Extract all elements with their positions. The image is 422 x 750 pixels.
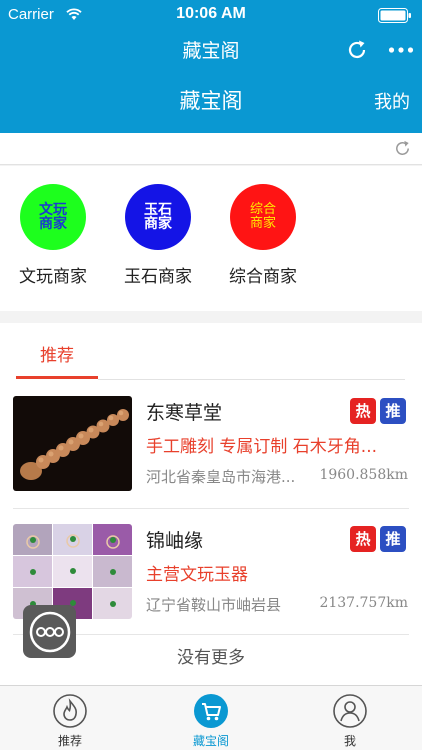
merchant-circle-zonghe: 综合商家 [230, 184, 296, 250]
reload-icon[interactable] [393, 139, 412, 158]
shop-image-beads [13, 396, 132, 491]
my-link[interactable]: 我的 [374, 88, 410, 114]
shop-name: 东寒草堂 [146, 402, 223, 424]
shop-location: 河北省秦皇岛市海港... [146, 468, 296, 486]
merchant-label: 综合商家 [229, 267, 297, 287]
merchant-label: 玉石商家 [124, 267, 192, 287]
hot-badge: 热 [350, 526, 376, 552]
refresh-strip [0, 133, 422, 165]
tab-me[interactable]: 我 [310, 693, 390, 749]
sub-header: 藏宝阁 我的 [0, 70, 422, 133]
merchant-circle-text: 文玩商家 [39, 202, 67, 232]
row-divider [13, 508, 409, 509]
shop-description: 手工雕刻 专属订制 石木牙角... [146, 437, 378, 457]
shop-row[interactable]: 东寒草堂 热 推 手工雕刻 专属订制 石木牙角... 河北省秦皇岛市海港... … [0, 396, 422, 521]
shop-description: 主营文玩玉器 [146, 565, 248, 585]
flame-icon [53, 694, 87, 728]
merchant-wenwan[interactable]: 文玩商家 文玩商家 [3, 184, 103, 287]
bottom-tab-bar: 推荐 藏宝阁 我 [0, 685, 422, 750]
ellipsis-circle-icon [29, 611, 70, 652]
more-icon[interactable] [388, 46, 414, 54]
tab-treasure[interactable]: 藏宝阁 [171, 693, 251, 749]
merchant-circle-wenwan: 文玩商家 [20, 184, 86, 250]
cart-icon [194, 694, 228, 728]
tab-label: 推荐 [57, 734, 82, 748]
merchant-yushi[interactable]: 玉石商家 玉石商家 [108, 184, 208, 287]
nav-bar: 藏宝阁 [0, 30, 422, 70]
status-time: 10:06 AM [176, 5, 246, 22]
merchant-circle-text: 综合商家 [249, 202, 276, 231]
shop-name: 锦岫缘 [146, 530, 204, 552]
battery-icon [378, 8, 411, 23]
status-bar: Carrier 10:06 AM [0, 0, 422, 30]
tab-recommend[interactable]: 推荐 [16, 337, 98, 379]
hot-badge: 热 [350, 398, 376, 424]
merchant-circle-yushi: 玉石商家 [125, 184, 191, 250]
tab-label: 藏宝阁 [192, 734, 229, 748]
recommend-badge: 推 [380, 398, 406, 424]
shop-distance: 1960.858km [319, 467, 408, 483]
tab-recommend-label: 推荐 [40, 346, 74, 366]
floating-menu-button[interactable] [23, 605, 76, 658]
merchant-zonghe[interactable]: 综合商家 综合商家 [213, 184, 313, 287]
refresh-icon[interactable] [345, 38, 369, 62]
page-title: 藏宝阁 [179, 89, 243, 113]
merchant-categories: 文玩商家 文玩商家 玉石商家 玉石商家 综合商家 综合商家 [0, 166, 422, 311]
recommend-badge: 推 [380, 526, 406, 552]
merchant-label: 文玩商家 [19, 267, 87, 287]
shop-location: 辽宁省鞍山市岫岩县 [146, 596, 282, 614]
tab-label: 我 [343, 734, 356, 748]
app-header: Carrier 10:06 AM 藏宝阁 藏宝阁 我的 [0, 0, 422, 133]
tab-divider [98, 379, 405, 380]
merchant-circle-text: 玉石商家 [144, 202, 172, 232]
shop-distance: 2137.757km [319, 595, 408, 611]
person-icon [333, 694, 367, 728]
tab-recommend-bottom[interactable]: 推荐 [30, 693, 110, 749]
